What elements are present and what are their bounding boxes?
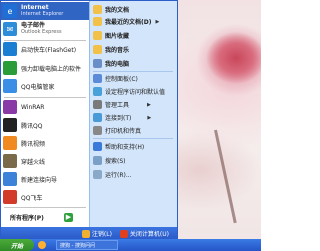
connection-wizard-icon — [3, 172, 17, 186]
right-item[interactable]: 图片收藏 — [93, 31, 129, 40]
pinned-item-title: 电子邮件 — [21, 22, 46, 29]
taskbar-button[interactable]: 搜狗 - 搜狗问问 — [56, 240, 118, 250]
right-item[interactable]: 控制面板(C) — [93, 74, 138, 83]
uninstall-icon — [3, 61, 17, 75]
recent-documents-icon — [93, 17, 102, 26]
my-music-icon — [93, 45, 102, 54]
program-item[interactable]: 新建连接向导 — [3, 172, 57, 186]
right-item[interactable]: 我的文档 — [93, 5, 129, 14]
separator — [4, 97, 86, 98]
connect-to-icon — [93, 113, 102, 122]
right-item-label: 我的文档 — [105, 7, 130, 14]
right-item-label: 搜索(S) — [105, 158, 126, 165]
run-icon — [93, 170, 102, 179]
right-item-label: 我的音乐 — [105, 47, 130, 54]
right-item-label: 管理工具 — [105, 102, 130, 109]
right-item[interactable]: 设定程序访问和默认值 — [93, 87, 165, 96]
program-label: 启动快车(FlashGet) — [21, 46, 77, 54]
start-menu: e Internet Internet Explorer ✉ 电子邮件 Outloo… — [0, 0, 178, 240]
shutdown-label: 关闭计算机(U) — [129, 231, 169, 238]
pinned-item-subtitle: Internet Explorer — [21, 11, 64, 17]
program-label: QQ电脑管家 — [21, 83, 55, 91]
right-item[interactable]: 打印机和传真 — [93, 126, 141, 135]
quick-launch-icon[interactable] — [38, 241, 46, 249]
my-computer-icon — [93, 59, 102, 68]
start-label: 开始 — [10, 242, 23, 250]
right-item-label: 我最近的文档(D) — [105, 19, 152, 26]
admin-tools-icon — [93, 100, 102, 109]
right-item[interactable]: 我的电脑 — [93, 59, 129, 68]
program-label: QQ飞车 — [21, 194, 43, 202]
right-item[interactable]: 运行(R)... — [93, 170, 132, 179]
right-item-label: 帮助和支持(H) — [105, 144, 145, 151]
right-item[interactable]: 帮助和支持(H) — [93, 142, 144, 151]
my-pictures-icon — [93, 31, 102, 40]
right-item-label: 我的电脑 — [105, 61, 130, 68]
submenu-arrow-icon: ▶ — [147, 101, 151, 108]
right-item[interactable]: 管理工具 ▶ — [93, 100, 151, 109]
program-label: 强力卸载电脑上的软件 — [21, 65, 82, 73]
separator — [4, 40, 86, 41]
program-label: 新建连接向导 — [21, 176, 58, 184]
qq-manager-icon — [3, 79, 17, 93]
program-item[interactable]: 强力卸载电脑上的软件 — [3, 61, 81, 75]
submenu-arrow-icon: ▶ — [155, 18, 160, 25]
separator — [4, 207, 86, 208]
right-item-label: 连接到(T) — [105, 115, 132, 122]
ie-icon: e — [3, 4, 17, 18]
all-programs-label: 所有程序(P) — [10, 214, 44, 222]
printers-icon — [93, 126, 102, 135]
all-programs-button[interactable]: 所有程序(P) ▶ — [4, 210, 86, 224]
start-button[interactable]: 开始 — [0, 239, 34, 251]
arrow-right-icon: ▶ — [63, 212, 73, 222]
qq-icon — [3, 118, 17, 132]
right-item-label: 设定程序访问和默认值 — [105, 89, 166, 96]
pinned-item-internet[interactable]: e Internet Internet Explorer — [3, 4, 88, 18]
search-icon — [93, 156, 102, 165]
submenu-arrow-icon: ▶ — [147, 114, 152, 121]
pinned-item-title: Internet — [21, 4, 49, 11]
flashget-icon — [3, 42, 17, 56]
program-label: 腾讯视频 — [21, 140, 46, 148]
program-item[interactable]: QQ电脑管家 — [3, 79, 54, 93]
tencent-video-icon — [3, 136, 17, 150]
program-item[interactable]: QQ飞车 — [3, 190, 42, 204]
pinned-item-subtitle: Outlook Express — [21, 29, 62, 35]
qq-speed-icon — [3, 190, 17, 204]
my-documents-icon — [93, 5, 102, 14]
outlook-icon: ✉ — [3, 22, 17, 36]
right-item-label: 控制面板(C) — [105, 76, 138, 83]
separator — [93, 138, 173, 139]
program-item[interactable]: 腾讯QQ — [3, 118, 42, 132]
logoff-label: 注销(L) — [91, 231, 112, 238]
program-label: WinRAR — [21, 103, 45, 111]
right-item[interactable]: 搜索(S) — [93, 156, 126, 165]
logoff-icon — [81, 229, 90, 238]
power-icon — [119, 229, 128, 238]
help-icon — [93, 142, 102, 151]
right-item[interactable]: 连接到(T) ▶ — [93, 113, 151, 122]
shutdown-button[interactable]: 关闭计算机(U) — [119, 229, 169, 238]
right-item-label: 运行(R)... — [105, 172, 132, 179]
right-item-label: 图片收藏 — [105, 33, 130, 40]
program-item[interactable]: 穿越火线 — [3, 154, 45, 168]
program-item[interactable]: 启动快车(FlashGet) — [3, 42, 76, 56]
right-item[interactable]: 我最近的文档(D) ▶ — [93, 17, 159, 26]
program-item[interactable]: 腾讯视频 — [3, 136, 45, 150]
program-item[interactable]: WinRAR — [3, 100, 44, 114]
control-panel-icon — [93, 74, 102, 83]
separator — [93, 71, 173, 72]
taskbar-button-label: 搜狗 - 搜狗问问 — [60, 242, 95, 249]
program-label: 穿越火线 — [21, 158, 46, 166]
program-label: 腾讯QQ — [21, 122, 43, 130]
winrar-icon — [3, 100, 17, 114]
pinned-item-email[interactable]: ✉ 电子邮件 Outlook Express — [3, 22, 88, 36]
right-item-label: 打印机和传真 — [105, 128, 142, 135]
taskbar: 开始 搜狗 - 搜狗问问 — [0, 239, 261, 251]
program-defaults-icon — [93, 87, 102, 96]
right-item[interactable]: 我的音乐 — [93, 45, 129, 54]
crossfire-icon — [3, 154, 17, 168]
logoff-button[interactable]: 注销(L) — [81, 229, 112, 238]
